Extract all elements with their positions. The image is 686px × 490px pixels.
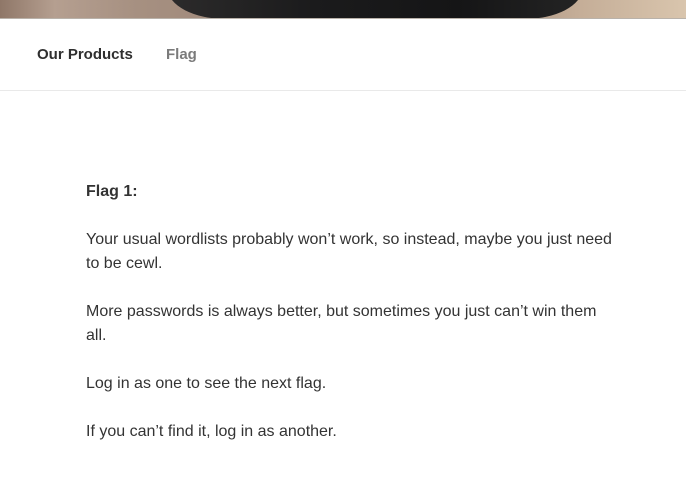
flag-content: Flag 1: Your usual wordlists probably wo… — [86, 180, 616, 468]
header-image-dark-shape — [168, 0, 582, 18]
main-navigation: Our Products Flag — [0, 19, 686, 91]
flag-paragraph-login-another: If you can’t find it, log in as another. — [86, 423, 337, 440]
flag-paragraph-wordlists: Your usual wordlists probably won’t work… — [86, 231, 612, 272]
flag-title: Flag 1: — [86, 183, 138, 200]
nav-link-flag[interactable]: Flag — [166, 46, 197, 64]
flag-paragraph-passwords: More passwords is always better, but som… — [86, 303, 597, 344]
header-image — [0, 0, 686, 19]
flag-paragraph-login-one: Log in as one to see the next flag. — [86, 375, 327, 392]
nav-link-our-products[interactable]: Our Products — [37, 46, 133, 64]
